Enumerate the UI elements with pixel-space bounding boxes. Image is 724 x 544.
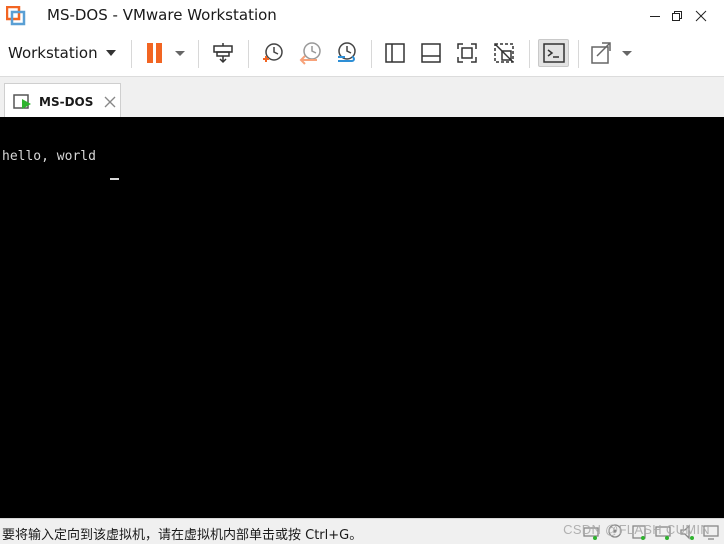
unity-button[interactable] <box>490 39 518 67</box>
window-title: MS-DOS - VMware Workstation <box>47 6 277 24</box>
stretch-view-icon <box>591 42 632 64</box>
send-ctrl-alt-del-button[interactable] <box>208 39 238 67</box>
snapshot-manager-button[interactable] <box>331 39 361 67</box>
text-cursor <box>110 178 119 180</box>
toolbar-separator <box>131 40 132 68</box>
console-output-line: hello, world <box>2 149 96 164</box>
close-icon <box>695 10 707 22</box>
snapshot-manager-icon <box>338 42 356 62</box>
workstation-menu[interactable]: Workstation <box>8 40 116 66</box>
snapshot-revert-icon <box>299 42 321 65</box>
toolbar-separator <box>198 40 199 68</box>
status-bar: 要将输入定向到该虚拟机，请在虚拟机内部单击或按 Ctrl+G。 CSDN @FL… <box>0 518 724 544</box>
tab-label: MS-DOS <box>39 94 94 109</box>
revert-snapshot-button[interactable] <box>295 39 325 67</box>
watermark: CSDN @FLASH CUMIN <box>563 522 710 537</box>
vmware-logo-icon <box>5 5 26 26</box>
take-snapshot-button[interactable] <box>258 39 288 67</box>
toolbar-separator <box>371 40 372 68</box>
vm-console[interactable]: hello, world <box>0 117 724 518</box>
tab-close-icon[interactable] <box>103 95 117 109</box>
library-view-button[interactable] <box>381 39 409 67</box>
library-view-icon <box>385 43 405 63</box>
title-bar: MS-DOS - VMware Workstation <box>0 0 724 32</box>
chevron-down-icon <box>105 50 116 56</box>
console-view-icon <box>542 43 565 63</box>
workstation-menu-label: Workstation <box>8 44 98 62</box>
thumbnail-bar-icon <box>421 43 441 63</box>
send-ctrl-alt-del-icon <box>213 43 233 64</box>
toolbar: Workstation <box>0 32 724 74</box>
full-screen-icon <box>457 43 477 63</box>
snapshot-take-icon <box>263 43 283 62</box>
status-message: 要将输入定向到该虚拟机，请在虚拟机内部单击或按 Ctrl+G。 <box>2 528 363 543</box>
toolbar-separator <box>529 40 530 68</box>
thumbnail-bar-button[interactable] <box>417 39 445 67</box>
console-view-button[interactable] <box>538 39 569 67</box>
pause-button[interactable] <box>142 39 190 67</box>
full-screen-button[interactable] <box>453 39 481 67</box>
toolbar-separator <box>578 40 579 68</box>
stretch-view-button[interactable] <box>588 39 636 67</box>
toolbar-separator <box>248 40 249 68</box>
tab-ms-dos[interactable]: MS-DOS <box>4 83 121 119</box>
tab-strip: MS-DOS <box>0 76 724 119</box>
close-button[interactable] <box>678 0 724 32</box>
pause-icon <box>147 43 185 63</box>
vm-running-icon <box>13 93 33 111</box>
unity-icon <box>494 43 514 63</box>
